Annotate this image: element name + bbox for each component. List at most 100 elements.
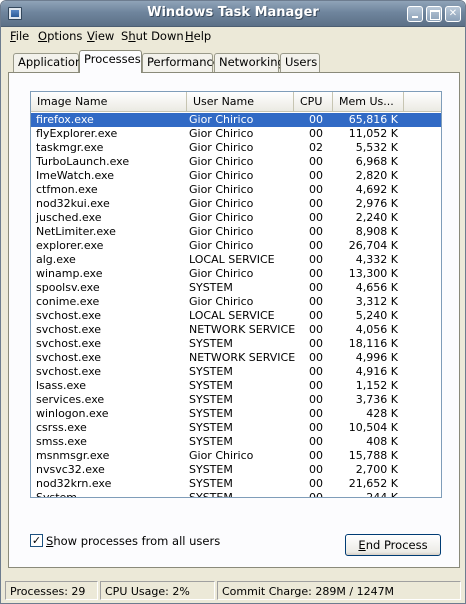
process-row[interactable]: svchost.exe SYSTEM 00 18,116 K	[31, 337, 441, 351]
process-name: csrss.exe	[36, 421, 87, 434]
menu-bar: File Options View Shut Down Help	[1, 27, 465, 46]
process-row[interactable]: nod32kui.exe Gior Chirico 00 2,976 K	[31, 197, 441, 211]
process-mem-usage: 13,300 K	[348, 267, 398, 280]
process-name: explorer.exe	[36, 239, 104, 252]
process-row[interactable]: explorer.exe Gior Chirico 00 26,704 K	[31, 239, 441, 253]
process-name: spoolsv.exe	[36, 281, 100, 294]
process-mem-usage: 11,052 K	[348, 127, 398, 140]
menu-file[interactable]: File	[10, 29, 29, 43]
process-row[interactable]: svchost.exe LOCAL SERVICE 00 5,240 K	[31, 309, 441, 323]
menu-view[interactable]: View	[87, 29, 114, 43]
process-mem-usage: 4,916 K	[355, 365, 398, 378]
minimize-button[interactable]	[407, 6, 423, 22]
process-mem-usage: 5,240 K	[355, 309, 398, 322]
process-row[interactable]: winlogon.exe SYSTEM 00 428 K	[31, 407, 441, 421]
process-cpu: 00	[309, 393, 323, 406]
maximize-button[interactable]	[426, 6, 442, 22]
title-bar[interactable]: Windows Task Manager ✕	[1, 1, 465, 27]
process-user: Gior Chirico	[189, 183, 254, 196]
column-user-name[interactable]: User Name	[187, 92, 294, 112]
show-all-users-checkbox[interactable]: ✓	[30, 534, 43, 547]
tab-performance[interactable]: Performance	[142, 53, 220, 72]
process-cpu: 02	[309, 141, 323, 154]
process-mem-usage: 4,056 K	[355, 323, 398, 336]
column-cpu[interactable]: CPU	[294, 92, 333, 112]
process-cpu: 00	[309, 491, 323, 498]
end-process-button[interactable]: End Process	[345, 534, 441, 556]
show-all-users-label[interactable]: Show processes from all users	[46, 534, 220, 548]
column-image-name[interactable]: Image Name	[31, 92, 187, 112]
process-cpu: 00	[309, 127, 323, 140]
process-row[interactable]: alg.exe LOCAL SERVICE 00 4,332 K	[31, 253, 441, 267]
menu-help[interactable]: Help	[185, 29, 211, 43]
process-mem-usage: 6,968 K	[355, 155, 398, 168]
process-name: firefox.exe	[36, 113, 94, 126]
process-name: svchost.exe	[36, 323, 102, 336]
process-mem-usage: 4,332 K	[355, 253, 398, 266]
process-name: System	[36, 491, 78, 498]
process-row[interactable]: csrss.exe SYSTEM 00 10,504 K	[31, 421, 441, 435]
process-mem-usage: 2,240 K	[355, 211, 398, 224]
process-row[interactable]: jusched.exe Gior Chirico 00 2,240 K	[31, 211, 441, 225]
column-mem-usage[interactable]: Mem Us...	[333, 92, 404, 112]
process-row[interactable]: flyExplorer.exe Gior Chirico 00 11,052 K	[31, 127, 441, 141]
process-list[interactable]: Image Name User Name CPU Mem Us... firef…	[30, 91, 442, 498]
process-name: nod32krn.exe	[36, 477, 112, 490]
tab-users[interactable]: Users	[280, 53, 320, 72]
process-user: Gior Chirico	[189, 239, 254, 252]
process-name: conime.exe	[36, 295, 100, 308]
process-user: SYSTEM	[189, 337, 233, 350]
process-name: flyExplorer.exe	[36, 127, 118, 140]
process-row[interactable]: services.exe SYSTEM 00 3,736 K	[31, 393, 441, 407]
process-user: NETWORK SERVICE	[189, 323, 296, 336]
process-cpu: 00	[309, 267, 323, 280]
process-name: svchost.exe	[36, 351, 102, 364]
status-process-count: Processes: 29	[5, 581, 98, 600]
process-row[interactable]: taskmgr.exe Gior Chirico 02 5,532 K	[31, 141, 441, 155]
process-cpu: 00	[309, 477, 323, 490]
tab-processes[interactable]: Processes	[79, 50, 142, 73]
process-row[interactable]: svchost.exe NETWORK SERVICE 00 4,996 K	[31, 351, 441, 365]
process-row[interactable]: spoolsv.exe SYSTEM 00 4,656 K	[31, 281, 441, 295]
process-mem-usage: 3,736 K	[355, 393, 398, 406]
process-name: alg.exe	[36, 253, 76, 266]
process-row[interactable]: TurboLaunch.exe Gior Chirico 00 6,968 K	[31, 155, 441, 169]
process-mem-usage: 2,820 K	[355, 169, 398, 182]
process-row[interactable]: nod32krn.exe SYSTEM 00 21,652 K	[31, 477, 441, 491]
process-row[interactable]: nvsvc32.exe SYSTEM 00 2,700 K	[31, 463, 441, 477]
process-name: svchost.exe	[36, 309, 102, 322]
process-row[interactable]: NetLimiter.exe Gior Chirico 00 8,908 K	[31, 225, 441, 239]
process-cpu: 00	[309, 379, 323, 392]
process-cpu: 00	[309, 155, 323, 168]
process-cpu: 00	[309, 169, 323, 182]
process-row[interactable]: msnmsgr.exe Gior Chirico 00 15,788 K	[31, 449, 441, 463]
process-mem-usage: 18,116 K	[348, 337, 398, 350]
process-row[interactable]: svchost.exe NETWORK SERVICE 00 4,056 K	[31, 323, 441, 337]
process-row[interactable]: ctfmon.exe Gior Chirico 00 4,692 K	[31, 183, 441, 197]
process-name: services.exe	[36, 393, 105, 406]
window-title: Windows Task Manager	[147, 5, 319, 20]
process-name: winamp.exe	[36, 267, 103, 280]
tab-strip: Applications Processes Performance Netwo…	[1, 49, 465, 73]
process-row[interactable]: System SYSTEM 00 244 K	[31, 491, 441, 498]
menu-shut-down[interactable]: Shut Down	[121, 29, 184, 43]
process-user: SYSTEM	[189, 393, 233, 406]
process-row[interactable]: smss.exe SYSTEM 00 408 K	[31, 435, 441, 449]
process-row[interactable]: conime.exe Gior Chirico 00 3,312 K	[31, 295, 441, 309]
process-row[interactable]: ImeWatch.exe Gior Chirico 00 2,820 K	[31, 169, 441, 183]
close-button[interactable]: ✕	[445, 6, 461, 22]
tab-networking[interactable]: Networking	[214, 53, 285, 72]
process-row[interactable]: svchost.exe SYSTEM 00 4,916 K	[31, 365, 441, 379]
process-user: SYSTEM	[189, 365, 233, 378]
process-row[interactable]: firefox.exe Gior Chirico 00 65,816 K	[31, 113, 441, 127]
tab-applications[interactable]: Applications	[13, 53, 88, 72]
process-user: Gior Chirico	[189, 295, 254, 308]
process-user: Gior Chirico	[189, 169, 254, 182]
process-user: SYSTEM	[189, 477, 233, 490]
menu-options[interactable]: Options	[38, 29, 82, 43]
process-user: SYSTEM	[189, 463, 233, 476]
process-mem-usage: 10,504 K	[348, 421, 398, 434]
status-commit-charge: Commit Charge: 289M / 1247M	[217, 581, 461, 600]
process-row[interactable]: lsass.exe SYSTEM 00 1,152 K	[31, 379, 441, 393]
process-row[interactable]: winamp.exe Gior Chirico 00 13,300 K	[31, 267, 441, 281]
